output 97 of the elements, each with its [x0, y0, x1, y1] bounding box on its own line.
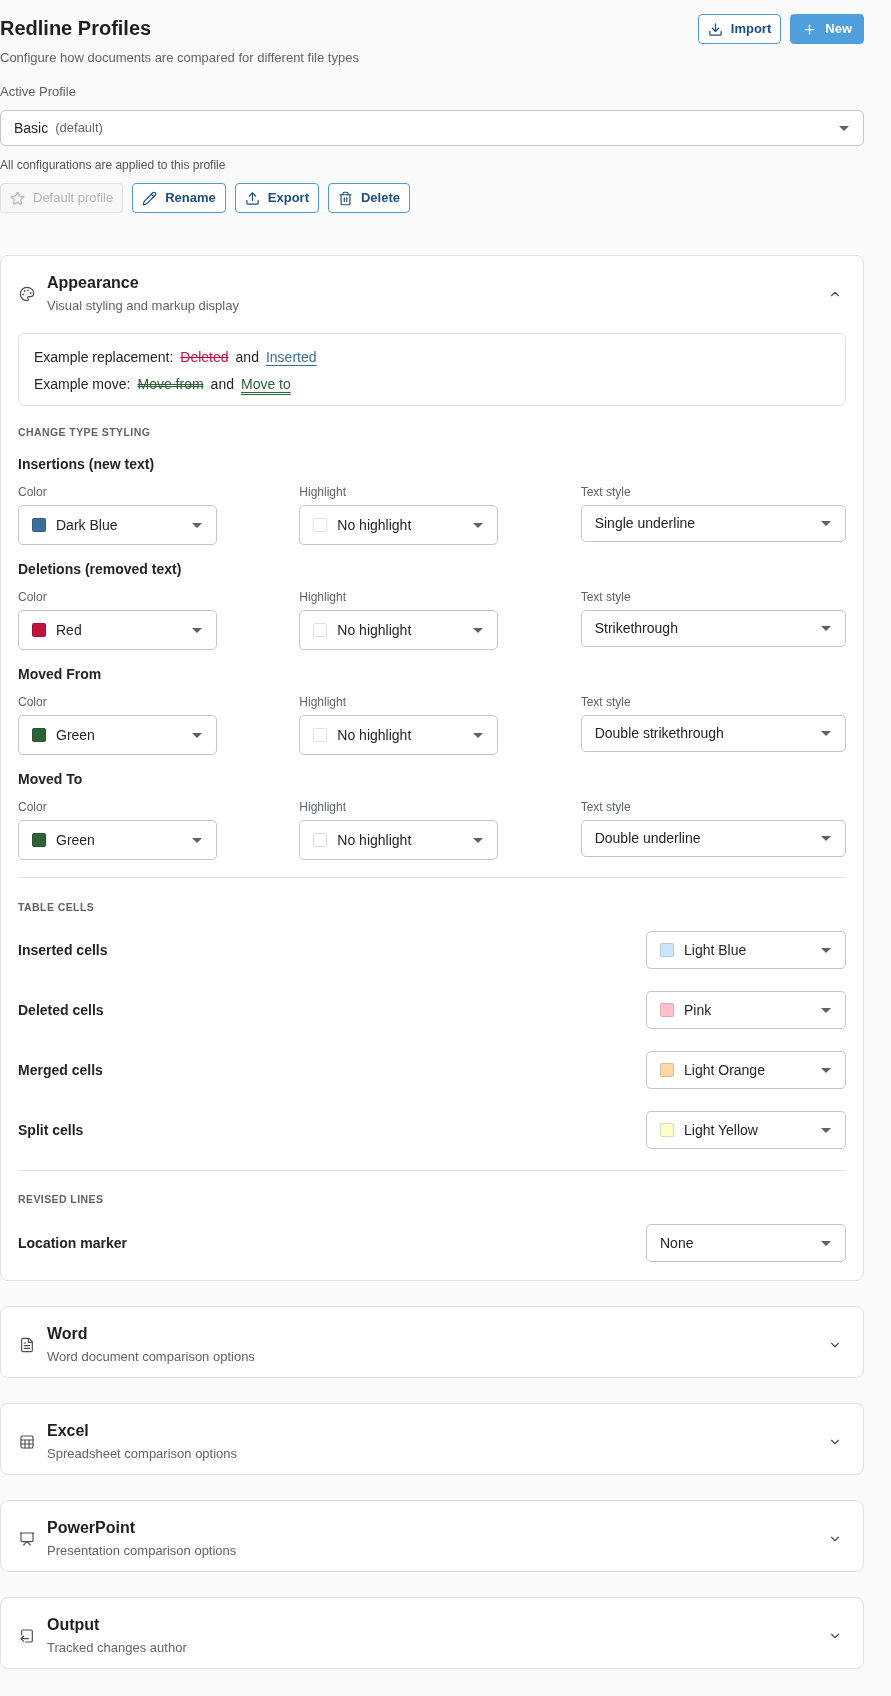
caret-icon — [821, 947, 831, 953]
caret-icon — [192, 522, 202, 528]
row-label: Location marker — [18, 1233, 127, 1253]
box-arrow-icon — [19, 1627, 35, 1644]
color-select[interactable]: Green — [18, 820, 217, 860]
import-button[interactable]: Import — [697, 14, 782, 44]
markup-sample: Inserted — [265, 348, 317, 367]
text-style-select[interactable]: Double underline — [580, 820, 846, 857]
star-icon — [10, 190, 25, 206]
field-label: Highlight — [299, 484, 348, 500]
group-title: Moved To — [18, 770, 84, 789]
table-grid-icon — [19, 1433, 35, 1450]
location-marker-select[interactable]: None — [646, 1224, 846, 1262]
cell-color-select[interactable]: Light Orange — [646, 1051, 846, 1089]
field-label: Color — [18, 484, 48, 500]
row-label: Split cells — [18, 1120, 84, 1140]
field-label: Highlight — [299, 694, 348, 710]
profile-select[interactable]: Basic (default) — [0, 110, 864, 146]
example-label: Example replacement: — [34, 348, 174, 367]
profile-action-button[interactable]: Delete — [327, 183, 410, 213]
plus-icon — [802, 21, 818, 37]
text-style-select[interactable]: Single underline — [580, 505, 846, 542]
field-label: Text style — [580, 589, 632, 605]
section-subtitle: Tracked changes author — [47, 1639, 187, 1657]
highlight-select[interactable]: No highlight — [299, 715, 499, 755]
section-heading: CHANGE TYPE STYLING — [18, 425, 152, 439]
caret-icon — [192, 732, 202, 738]
caret-icon — [192, 837, 202, 843]
section-title: Excel — [47, 1421, 90, 1441]
document-icon — [19, 1336, 35, 1353]
palette-icon — [19, 285, 35, 302]
highlight-select[interactable]: No highlight — [299, 505, 499, 545]
pencil-icon — [142, 190, 158, 206]
caret-icon — [821, 1127, 831, 1133]
caret-icon — [821, 1240, 831, 1246]
highlight-select[interactable]: No highlight — [299, 610, 499, 650]
presentation-board-icon — [19, 1530, 35, 1547]
markup-sample: Move to — [240, 375, 291, 394]
cell-color-select[interactable]: Pink — [646, 991, 846, 1029]
section-title: Appearance — [47, 273, 140, 293]
field-label: Text style — [580, 799, 632, 815]
page-title: Redline Profiles — [0, 16, 153, 41]
field-label: Text style — [580, 694, 632, 710]
field-label: Color — [18, 799, 48, 815]
caret-icon — [821, 836, 831, 841]
caret-icon — [821, 1067, 831, 1073]
text-style-select[interactable]: Strikethrough — [580, 610, 846, 647]
caret-icon — [473, 732, 484, 738]
section-subtitle: Word document comparison options — [47, 1348, 255, 1366]
caret-icon — [839, 125, 849, 131]
cell-color-select[interactable]: Light Yellow — [646, 1111, 846, 1149]
group-title: Deletions (removed text) — [18, 560, 183, 579]
highlight-select[interactable]: No highlight — [299, 820, 499, 860]
trash-icon — [337, 190, 353, 206]
color-select[interactable]: Dark Blue — [18, 505, 217, 545]
caret-icon — [821, 731, 831, 736]
text-style-select[interactable]: Double strikethrough — [580, 715, 846, 752]
helper-text: All configurations are applied to this profile — [0, 157, 227, 173]
section-heading: REVISED LINES — [18, 1192, 105, 1206]
section-title: PowerPoint — [47, 1518, 136, 1538]
field-label: Color — [18, 694, 48, 710]
caret-icon — [821, 626, 831, 631]
page-subtitle: Configure how documents are compared for different file types — [0, 49, 359, 67]
caret-icon — [821, 521, 831, 526]
section-subtitle: Presentation comparison options — [47, 1542, 237, 1560]
profile-action-button[interactable]: Export — [234, 183, 319, 213]
group-title: Insertions (new text) — [18, 455, 156, 474]
markup-sample: Deleted — [180, 348, 229, 367]
example-label: Example move: — [34, 375, 131, 394]
download-icon — [707, 21, 723, 37]
cell-color-select[interactable]: Light Blue — [646, 931, 846, 969]
section-subtitle: Spreadsheet comparison options — [47, 1445, 238, 1463]
caret-icon — [473, 837, 484, 843]
markup-sample: Move from — [137, 375, 204, 394]
color-select[interactable]: Red — [18, 610, 217, 650]
field-label: Active Profile — [0, 83, 77, 101]
group-title: Moved From — [18, 665, 103, 684]
profile-action-button[interactable]: Rename — [132, 183, 226, 213]
section-title: Word — [47, 1324, 89, 1344]
row-label: Inserted cells — [18, 940, 108, 960]
section-heading: TABLE CELLS — [18, 900, 96, 914]
row-label: Merged cells — [18, 1060, 103, 1080]
caret-icon — [473, 522, 484, 528]
caret-icon — [192, 627, 202, 633]
section-subtitle: Visual styling and markup display — [47, 297, 239, 315]
color-select[interactable]: Green — [18, 715, 217, 755]
row-label: Deleted cells — [18, 1000, 104, 1020]
field-label: Highlight — [299, 589, 348, 605]
caret-icon — [821, 1007, 831, 1013]
field-label: Text style — [580, 484, 632, 500]
example-joiner: and — [210, 375, 234, 394]
section-title: Output — [47, 1615, 101, 1635]
upload-icon — [244, 190, 260, 206]
example-joiner: and — [235, 348, 259, 367]
caret-icon — [473, 627, 484, 633]
field-label: Color — [18, 589, 48, 605]
field-label: Highlight — [299, 799, 348, 815]
